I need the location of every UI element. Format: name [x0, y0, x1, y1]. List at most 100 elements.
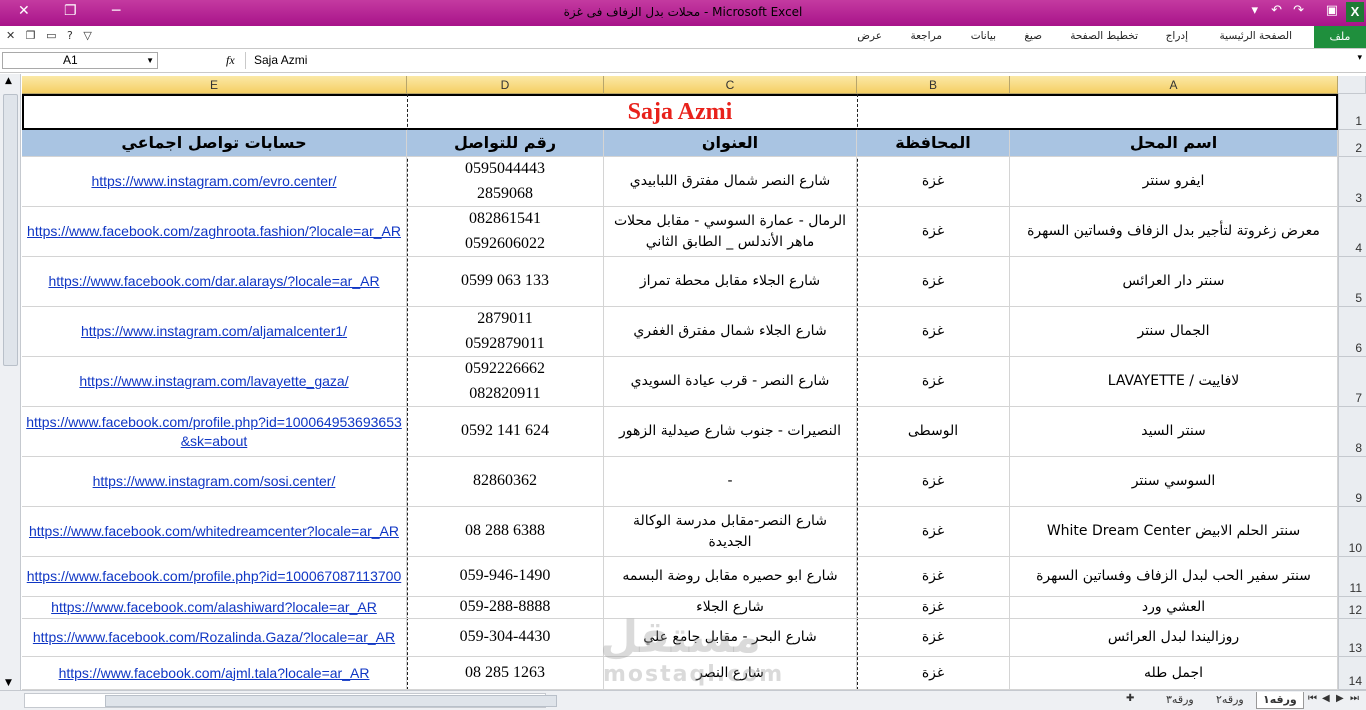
scroll-down-icon[interactable]: ▼	[5, 678, 12, 688]
cell-social-text[interactable]: https://www.facebook.com/profile.php?id=…	[25, 567, 404, 586]
cell-phone[interactable]: 0599 063 133	[407, 257, 604, 307]
cell-name[interactable]: سنتر سفير الحب لبدل الزفاف وفساتين السهر…	[1010, 557, 1338, 597]
prev-sheet-icon[interactable]: ◀	[1322, 693, 1330, 704]
cell-social[interactable]: https://www.instagram.com/sosi.center/	[22, 457, 407, 507]
cell-social[interactable]: https://www.facebook.com/profile.php?id=…	[22, 407, 407, 457]
tab-page-layout[interactable]: تخطيط الصفحة	[1070, 30, 1138, 42]
cell-social[interactable]: https://www.instagram.com/aljamalcenter1…	[22, 307, 407, 357]
scroll-up-icon[interactable]: ▲	[5, 76, 12, 86]
help-icon[interactable]: ?	[67, 29, 73, 42]
cell-address[interactable]: شارع النصر - قرب عيادة السويدي	[604, 357, 857, 407]
cell-province[interactable]: الوسطى	[857, 407, 1010, 457]
cell-social-text[interactable]: https://www.facebook.com/Rozalinda.Gaza/…	[31, 628, 397, 647]
header-social[interactable]: حسابات تواصل اجماعي	[22, 130, 407, 157]
cell-address[interactable]: شارع الجلاء مقابل محطة تمراز	[604, 257, 857, 307]
header-phone[interactable]: رقم للتواصل	[407, 130, 604, 157]
cell-social[interactable]: https://www.facebook.com/Rozalinda.Gaza/…	[22, 619, 407, 657]
save-icon[interactable]: ▣	[1326, 3, 1338, 18]
sheet-tab-1[interactable]: ورقه١	[1256, 692, 1304, 709]
cell-social[interactable]: https://www.facebook.com/dar.alarays/?lo…	[22, 257, 407, 307]
cell-name[interactable]: معرض زغروتة لتأجير بدل الزفاف وفساتين ال…	[1010, 207, 1338, 257]
sheet-tab-3[interactable]: ورقه٣	[1160, 692, 1200, 708]
cell-social-text[interactable]: https://www.facebook.com/zaghroota.fashi…	[25, 222, 403, 241]
column-header-d[interactable]: D	[407, 76, 604, 94]
header-province[interactable]: المحافظة	[857, 130, 1010, 157]
expand-formula-icon[interactable]: ▾	[1357, 53, 1362, 63]
cell-social[interactable]: https://www.facebook.com/ajml.tala?local…	[22, 657, 407, 690]
row-header[interactable]: 5	[1338, 257, 1366, 307]
column-header-c[interactable]: C	[604, 76, 857, 94]
row-header[interactable]: 6	[1338, 307, 1366, 357]
cell-name[interactable]: سنتر دار العرائس	[1010, 257, 1338, 307]
row-header[interactable]: 11	[1338, 557, 1366, 597]
column-header-b[interactable]: B	[857, 76, 1010, 94]
cell-name[interactable]: اجمل طله	[1010, 657, 1338, 690]
row-header[interactable]: 1	[1338, 94, 1366, 130]
ribbon-collapse-icon[interactable]: ▽	[83, 29, 91, 42]
tab-formulas[interactable]: صيغ	[1024, 30, 1042, 42]
minimize-workbook-icon[interactable]: ▭	[46, 29, 56, 42]
cell-phone[interactable]: 82860362	[407, 457, 604, 507]
cell-social-text[interactable]: https://www.instagram.com/aljamalcenter1…	[79, 322, 349, 341]
cell-province[interactable]: غزة	[857, 157, 1010, 207]
cell-social[interactable]: https://www.facebook.com/zaghroota.fashi…	[22, 207, 407, 257]
cell-phone[interactable]: 08 288 6388	[407, 507, 604, 557]
row-header[interactable]: 13	[1338, 619, 1366, 657]
row-header[interactable]: 10	[1338, 507, 1366, 557]
close-workbook-icon[interactable]: ✕	[6, 29, 15, 42]
row-header[interactable]: 2	[1338, 130, 1366, 157]
cell-social-text[interactable]: https://www.facebook.com/whitedreamcente…	[27, 522, 401, 541]
cell-social[interactable]: https://www.instagram.com/lavayette_gaza…	[22, 357, 407, 407]
row-header[interactable]: 3	[1338, 157, 1366, 207]
cell-address[interactable]: -	[604, 457, 857, 507]
horizontal-scrollbar[interactable]	[24, 693, 557, 708]
chevron-down-icon[interactable]: ▼	[146, 53, 154, 68]
insert-function-icon[interactable]: fx	[226, 53, 235, 68]
next-sheet-icon[interactable]: ▶	[1336, 693, 1344, 704]
name-box[interactable]: A1 ▼	[2, 52, 158, 69]
row-header[interactable]: 4	[1338, 207, 1366, 257]
cell-address[interactable]: النصيرات - جنوب شارع صيدلية الزهور	[604, 407, 857, 457]
cell-phone[interactable]: 08 285 1263	[407, 657, 604, 690]
cell-phone[interactable]: 059-288-8888	[407, 597, 604, 619]
insert-sheet-icon[interactable]: ✚	[1126, 693, 1134, 704]
cell-social-text[interactable]: https://www.facebook.com/dar.alarays/?lo…	[46, 272, 381, 291]
formula-input[interactable]: Saja Azmi	[245, 52, 1346, 69]
cell-province[interactable]: غزة	[857, 207, 1010, 257]
cell-phone[interactable]: 2879011 0592879011	[407, 307, 604, 357]
cell-province[interactable]: غزة	[857, 307, 1010, 357]
cell-province[interactable]: غزة	[857, 657, 1010, 690]
cell-phone[interactable]: 082861541 0592606022	[407, 207, 604, 257]
redo-icon[interactable]: ↷	[1293, 3, 1304, 18]
cell-phone[interactable]: 0595044443 2859068	[407, 157, 604, 207]
vertical-scrollbar[interactable]: ▲ ▼	[0, 74, 21, 690]
cell-social[interactable]: https://www.instagram.com/evro.center/	[22, 157, 407, 207]
cell-social-text[interactable]: https://www.facebook.com/profile.php?id=…	[22, 413, 406, 451]
cell-social-text[interactable]: https://www.instagram.com/lavayette_gaza…	[77, 372, 350, 391]
tab-review[interactable]: مراجعة	[910, 30, 942, 42]
column-header-a[interactable]: A	[1010, 76, 1338, 94]
cell-province[interactable]: غزة	[857, 357, 1010, 407]
cell-phone[interactable]: 059-946-1490	[407, 557, 604, 597]
cell-phone[interactable]: 059-304-4430	[407, 619, 604, 657]
undo-icon[interactable]: ↶	[1271, 3, 1282, 18]
tab-data[interactable]: بيانات	[971, 30, 996, 42]
tab-home[interactable]: الصفحة الرئيسية	[1220, 30, 1292, 42]
header-name[interactable]: اسم المحل	[1010, 130, 1338, 157]
row-header[interactable]: 9	[1338, 457, 1366, 507]
title-cell[interactable]: Saja Azmi	[22, 94, 1338, 130]
cell-social-text[interactable]: https://www.facebook.com/ajml.tala?local…	[57, 664, 372, 683]
cell-social-text[interactable]: https://www.facebook.com/alashiward?loca…	[49, 598, 379, 617]
cell-address[interactable]: شارع النصر-مقابل مدرسة الوكالة الجديدة	[604, 507, 857, 557]
row-header[interactable]: 14	[1338, 657, 1366, 690]
scrollbar-thumb[interactable]	[3, 94, 18, 366]
cell-name[interactable]: العشي ورد	[1010, 597, 1338, 619]
first-sheet-icon[interactable]: ⏮	[1308, 693, 1317, 704]
row-header[interactable]: 12	[1338, 597, 1366, 619]
restore-workbook-icon[interactable]: ❐	[26, 29, 36, 42]
cell-phone[interactable]: 0592226662 082820911	[407, 357, 604, 407]
cell-name[interactable]: روزاليندا لبدل العرائس	[1010, 619, 1338, 657]
cell-province[interactable]: غزة	[857, 457, 1010, 507]
cell-name[interactable]: سنتر السيد	[1010, 407, 1338, 457]
select-all-corner[interactable]	[1338, 76, 1366, 94]
